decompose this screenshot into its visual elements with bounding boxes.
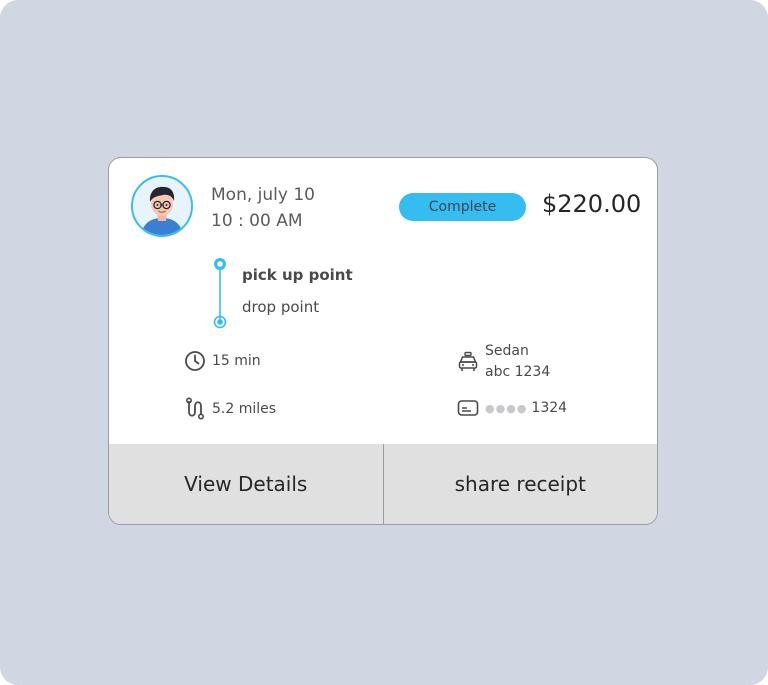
distance-label: 5.2 miles: [212, 401, 277, 417]
pickup-point: pick up point: [242, 266, 353, 284]
view-details-button[interactable]: View Details: [109, 444, 383, 524]
status-badge: Complete: [399, 193, 526, 221]
vehicle-info: Sedan abc 1234: [457, 341, 550, 383]
ride-distance: 5.2 miles: [184, 397, 276, 421]
ride-time: 10 : 00 AM: [211, 211, 303, 231]
ride-datetime: Mon, july 10 10 : 00 AM: [211, 182, 315, 234]
page-background: Mon, july 10 10 : 00 AM Complete $220.00…: [0, 0, 768, 685]
ride-price: $220.00: [542, 190, 642, 218]
card-mask: ●●●●: [485, 401, 528, 415]
route-path-icon: [185, 397, 205, 420]
taxi-icon: [458, 351, 478, 371]
ride-card: Mon, july 10 10 : 00 AM Complete $220.00…: [108, 157, 658, 525]
duration-label: 15 min: [212, 353, 261, 369]
route-line-icon: [213, 258, 227, 329]
card-actions: View Details share receipt: [109, 444, 657, 524]
ride-date: Mon, july 10: [211, 185, 315, 205]
vehicle-plate: abc 1234: [485, 364, 551, 380]
ride-duration: 15 min: [184, 350, 261, 372]
payment-info: ●●●● 1324: [457, 399, 567, 417]
card-last4: 1324: [531, 400, 568, 416]
user-avatar: [131, 175, 193, 237]
credit-card-icon: [457, 400, 479, 416]
share-receipt-button[interactable]: share receipt: [382, 444, 657, 524]
clock-icon: [185, 351, 205, 371]
drop-point: drop point: [242, 298, 320, 316]
vehicle-type: Sedan: [485, 343, 529, 359]
